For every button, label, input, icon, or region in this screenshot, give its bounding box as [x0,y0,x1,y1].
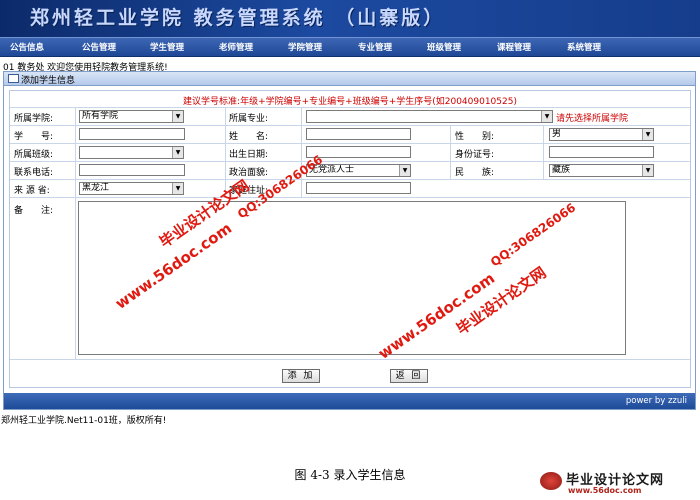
header-banner: 郑州轻工业学院 教务管理系统 （山寨版） [0,0,700,37]
student-form: 建议学号标准:年级+学院编号+专业编号+班级编号+学生序号(如200409010… [9,90,691,388]
gender-select[interactable]: 男 ▼ [549,128,654,141]
phone-label: 联系电话: [14,168,54,178]
origin-select-value: 黑龙江 [82,183,110,193]
name-label: 姓 名: [229,132,269,142]
politics-select[interactable]: 无党派人士 ▼ [306,164,411,177]
back-button[interactable]: 返 回 [390,369,428,383]
origin-label: 来 源 省: [14,186,50,196]
logo-icon [540,472,562,490]
nav-item-teacher-admin[interactable]: 老师管理 [219,41,253,53]
id-card-input[interactable] [549,146,654,158]
add-student-panel: 添加学生信息 建议学号标准:年级+学院编号+专业编号+班级编号+学生序号(如20… [3,71,696,410]
name-input[interactable] [306,128,411,140]
nav-item-system-admin[interactable]: 系统管理 [567,41,601,53]
chevron-down-icon: ▼ [642,129,653,140]
class-select[interactable]: ▼ [79,146,184,159]
add-button[interactable]: 添 加 [282,369,320,383]
class-label: 所属班级: [14,150,54,160]
ethnicity-select-value: 藏族 [552,165,571,175]
remark-label: 备 注: [14,206,54,216]
main-nav: 公告信息 公告管理 学生管理 老师管理 学院管理 专业管理 班级管理 课程管理 … [0,37,700,57]
nav-item-major-admin[interactable]: 专业管理 [358,41,392,53]
panel-footer: power by zzuli [4,393,695,409]
major-hint: 请先选择所属学院 [556,114,629,124]
major-label: 所属专业: [229,114,269,124]
birthday-input[interactable] [306,146,411,158]
chevron-down-icon: ▼ [642,165,653,176]
chevron-down-icon: ▼ [172,147,183,158]
major-select[interactable]: ▼ [306,110,553,123]
gender-select-value: 男 [552,129,562,139]
logo-url: www.56doc.com [568,486,642,495]
powered-by: power by zzuli [625,396,687,406]
nav-item-student-admin[interactable]: 学生管理 [150,41,184,53]
politics-label: 政治面貌: [229,168,269,178]
gender-label: 性 别: [455,132,495,142]
chevron-down-icon: ▼ [399,165,410,176]
address-label: 家庭住址: [229,186,269,196]
chevron-down-icon: ▼ [172,111,183,122]
nav-item-announcement-admin[interactable]: 公告管理 [82,41,116,53]
student-id-input[interactable] [79,128,185,140]
ethnicity-label: 民 族: [455,168,495,178]
student-id-label: 学 号: [14,132,54,142]
college-label: 所属学院: [14,114,54,124]
politics-select-value: 无党派人士 [309,165,355,175]
college-select[interactable]: 所有学院 ▼ [79,110,184,123]
copyright: 郑州轻工业学院.Net11-01班，版权所有! [1,416,167,426]
ethnicity-select[interactable]: 藏族 ▼ [549,164,654,177]
panel-header: 添加学生信息 [4,72,695,86]
nav-item-college-admin[interactable]: 学院管理 [288,41,322,53]
college-select-value: 所有学院 [82,111,119,121]
site-logo: 毕业设计论文网 www.56doc.com [540,468,700,498]
form-icon [8,74,19,83]
phone-input[interactable] [79,164,185,176]
nav-item-announcements[interactable]: 公告信息 [10,41,44,53]
origin-select[interactable]: 黑龙江 ▼ [79,182,184,195]
address-input[interactable] [306,182,411,194]
chevron-down-icon: ▼ [172,183,183,194]
id-card-label: 身份证号: [455,150,495,160]
birthday-label: 出生日期: [229,150,269,160]
student-id-format-hint: 建议学号标准:年级+学院编号+专业编号+班级编号+学生序号(如200409010… [183,97,517,107]
panel-title: 添加学生信息 [21,76,76,86]
nav-item-class-admin[interactable]: 班级管理 [427,41,461,53]
remark-textarea[interactable] [78,201,626,355]
chevron-down-icon: ▼ [541,111,552,122]
system-title: 郑州轻工业学院 教务管理系统 （山寨版） [30,7,446,29]
nav-item-course-admin[interactable]: 课程管理 [497,41,531,53]
